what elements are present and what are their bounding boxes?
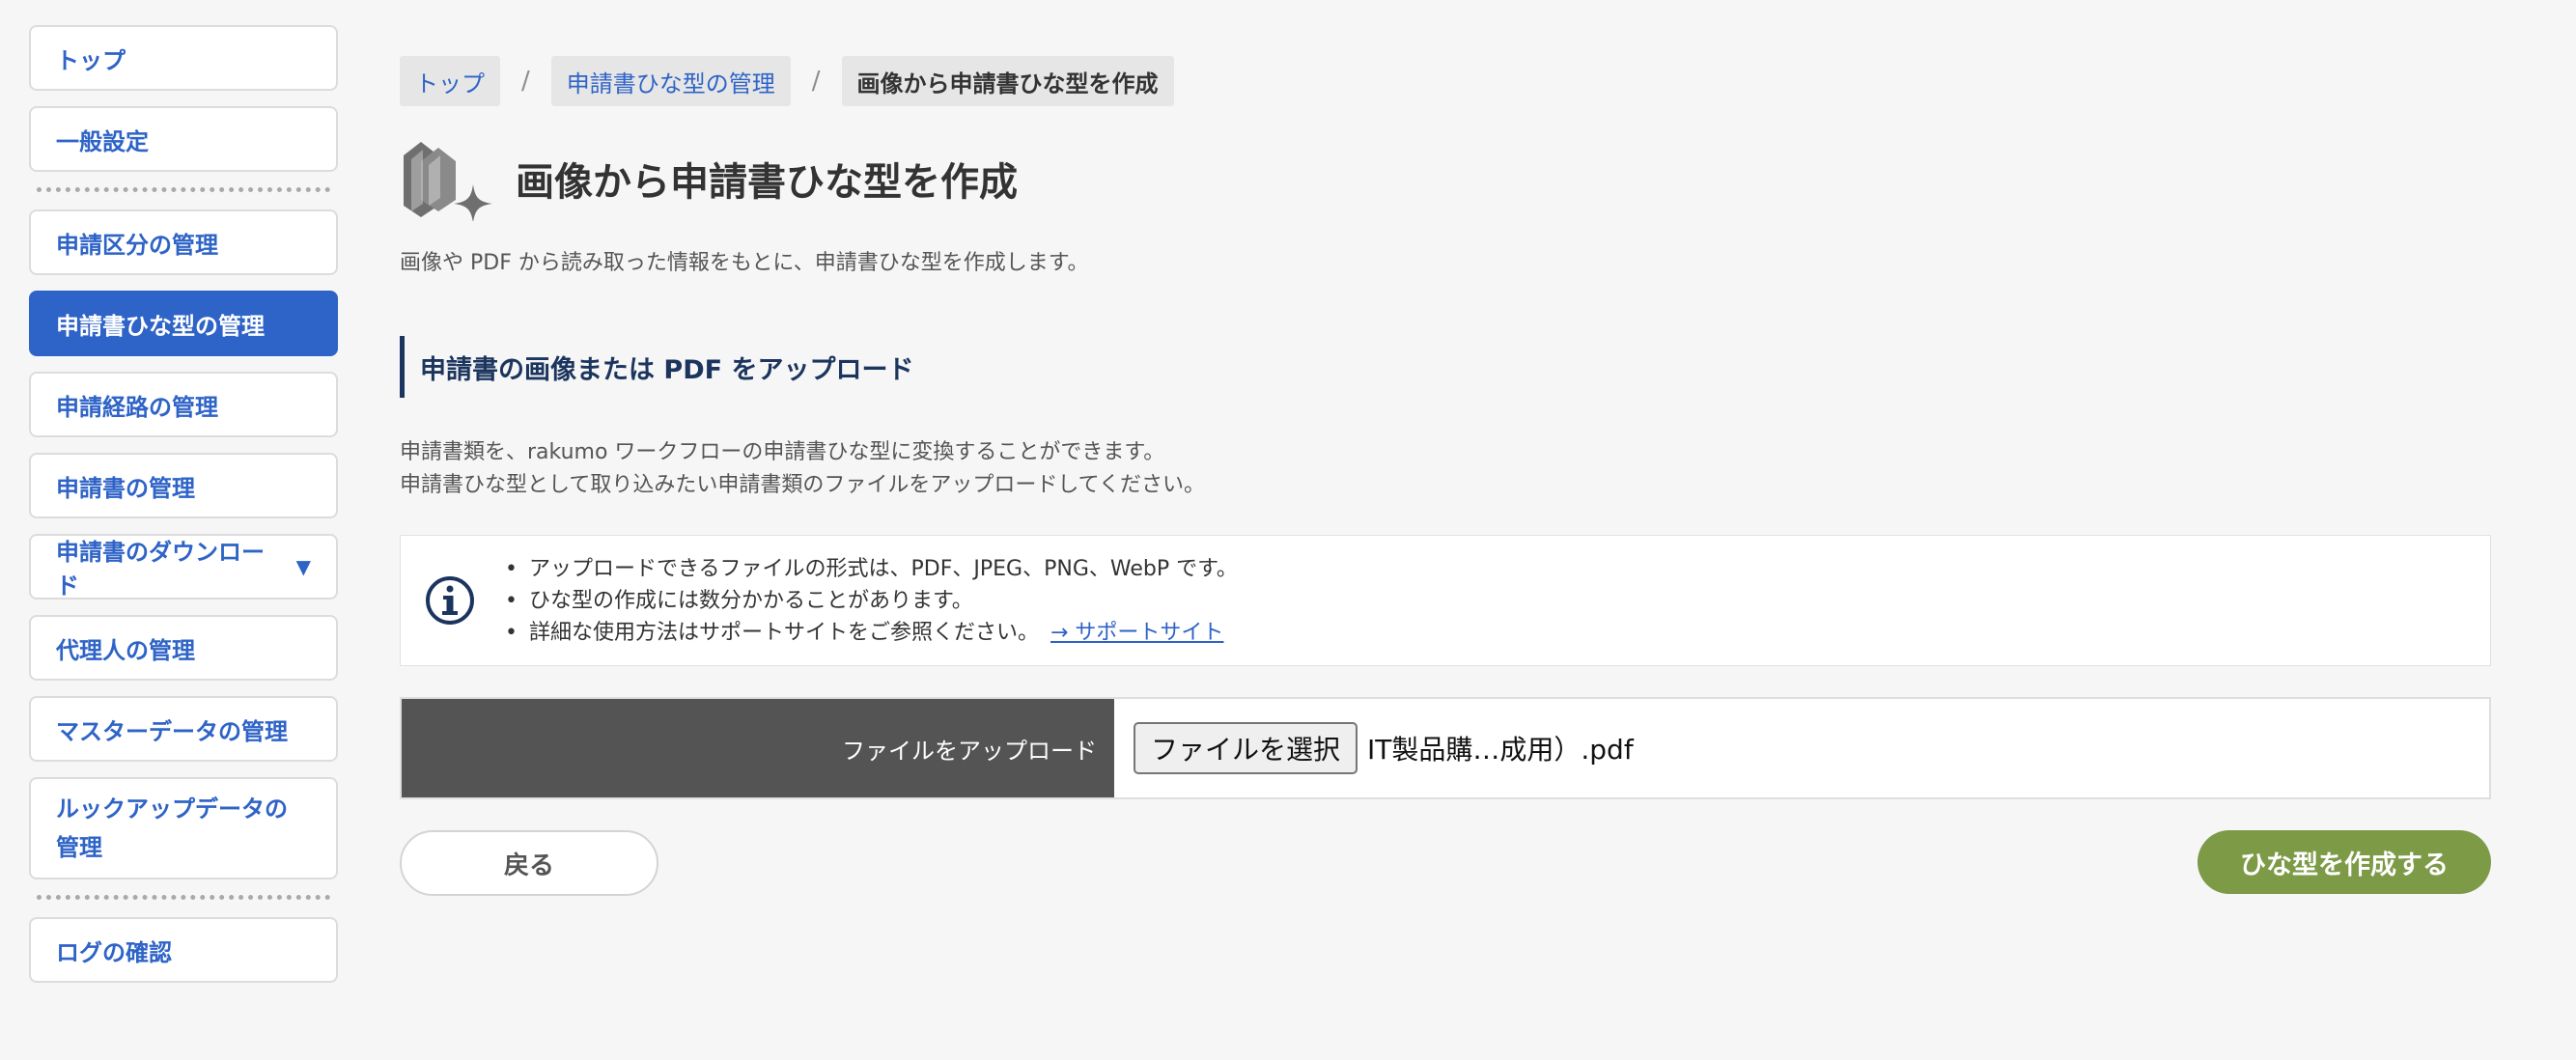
- sidebar-item-general-settings[interactable]: 一般設定: [29, 106, 338, 172]
- info-icon: [426, 576, 474, 625]
- caret-down-icon: ▼: [295, 555, 311, 578]
- page-header: 画像から申請書ひな型を作成: [400, 135, 2491, 222]
- create-template-button[interactable]: ひな型を作成する: [2198, 830, 2491, 894]
- sidebar-item-label: マスターデータの管理: [56, 717, 288, 745]
- breadcrumb-item-top[interactable]: トップ: [400, 56, 500, 106]
- sidebar-item-category-management[interactable]: 申請区分の管理: [29, 209, 338, 275]
- sidebar-divider: [37, 895, 330, 900]
- breadcrumb-item-current: 画像から申請書ひな型を作成: [841, 56, 1174, 106]
- sidebar-item-label: 一般設定: [56, 127, 149, 155]
- intro-line: 申請書類を、rakumo ワークフローの申請書ひな型に変換することができます。: [400, 440, 1165, 464]
- sidebar-item-label: 申請書ひな型の管理: [56, 312, 265, 340]
- selected-file-name: IT製品購…成用）.pdf: [1367, 734, 1634, 766]
- sidebar-item-proxy-management[interactable]: 代理人の管理: [29, 615, 338, 681]
- info-box: アップロードできるファイルの形式は、PDF、JPEG、PNG、WebP です。 …: [400, 535, 2491, 666]
- info-text: ひな型の作成には数分かかることがあります。: [528, 588, 973, 613]
- sidebar: トップ 一般設定 申請区分の管理 申請書ひな型の管理 申請経路の管理 申請書の管…: [29, 25, 338, 998]
- sidebar-item-label: 申請書のダウンロード: [56, 539, 265, 600]
- breadcrumb: トップ / 申請書ひな型の管理 / 画像から申請書ひな型を作成: [400, 56, 2491, 106]
- choose-file-button[interactable]: ファイルを選択: [1134, 722, 1358, 774]
- form-actions: 戻る ひな型を作成する: [400, 830, 2491, 896]
- page-description: 画像や PDF から読み取った情報をもとに、申請書ひな型を作成します。: [400, 251, 1089, 275]
- info-list-item: アップロードできるファイルの形式は、PDF、JPEG、PNG、WebP です。: [505, 553, 1238, 585]
- sidebar-item-label: ルックアップデータの管理: [56, 795, 288, 861]
- page: トップ 一般設定 申請区分の管理 申請書ひな型の管理 申請経路の管理 申請書の管…: [0, 0, 2576, 1060]
- info-list: アップロードできるファイルの形式は、PDF、JPEG、PNG、WebP です。 …: [505, 553, 1238, 649]
- sidebar-item-label: 代理人の管理: [56, 636, 195, 664]
- sidebar-divider: [37, 187, 330, 192]
- page-title: 画像から申請書ひな型を作成: [516, 160, 1018, 205]
- sidebar-item-label: ログの確認: [56, 938, 172, 966]
- sidebar-item-download[interactable]: 申請書のダウンロード ▼: [29, 534, 338, 600]
- sparkle-documents-icon: [404, 142, 492, 221]
- breadcrumb-separator: /: [521, 67, 530, 96]
- section-heading: 申請書の画像または PDF をアップロード: [400, 336, 2491, 398]
- sidebar-item-label: 申請経路の管理: [56, 393, 218, 421]
- breadcrumb-separator: /: [811, 67, 821, 96]
- main-content: トップ / 申請書ひな型の管理 / 画像から申請書ひな型を作成 画像から申請書ひ…: [400, 56, 2491, 896]
- info-list-item: 詳細な使用方法はサポートサイトをご参照ください。 → サポートサイト: [505, 617, 1238, 649]
- sidebar-item-label: 申請書の管理: [56, 474, 195, 502]
- sidebar-item-form-management[interactable]: 申請書の管理: [29, 453, 338, 518]
- info-text: 詳細な使用方法はサポートサイトをご参照ください。: [528, 620, 1039, 645]
- info-text: アップロードできるファイルの形式は、PDF、JPEG、PNG、WebP です。: [528, 556, 1238, 581]
- sidebar-item-lookup-data[interactable]: ルックアップデータの管理: [29, 777, 338, 879]
- file-input: ファイルを選択 IT製品購…成用）.pdf: [1114, 699, 2489, 797]
- sidebar-item-label: 申請区分の管理: [56, 231, 218, 259]
- sidebar-item-label: トップ: [56, 46, 126, 74]
- upload-row: ファイルをアップロード ファイルを選択 IT製品購…成用）.pdf: [400, 697, 2491, 799]
- upload-label: ファイルをアップロード: [402, 699, 1114, 797]
- breadcrumb-item-template-management[interactable]: 申請書ひな型の管理: [550, 56, 791, 106]
- sidebar-item-template-management[interactable]: 申請書ひな型の管理: [29, 291, 338, 356]
- info-list-item: ひな型の作成には数分かかることがあります。: [505, 585, 1238, 617]
- intro-line: 申請書ひな型として取り込みたい申請書類のファイルをアップロードしてください。: [400, 473, 1206, 497]
- support-site-link[interactable]: → サポートサイト: [1050, 621, 1223, 645]
- sidebar-item-master-data[interactable]: マスターデータの管理: [29, 696, 338, 762]
- back-button[interactable]: 戻る: [400, 830, 658, 896]
- sidebar-item-top[interactable]: トップ: [29, 25, 338, 91]
- sidebar-item-route-management[interactable]: 申請経路の管理: [29, 372, 338, 437]
- section-intro: 申請書類を、rakumo ワークフローの申請書ひな型に変換することができます。 …: [400, 436, 2491, 502]
- sidebar-item-logs[interactable]: ログの確認: [29, 917, 338, 983]
